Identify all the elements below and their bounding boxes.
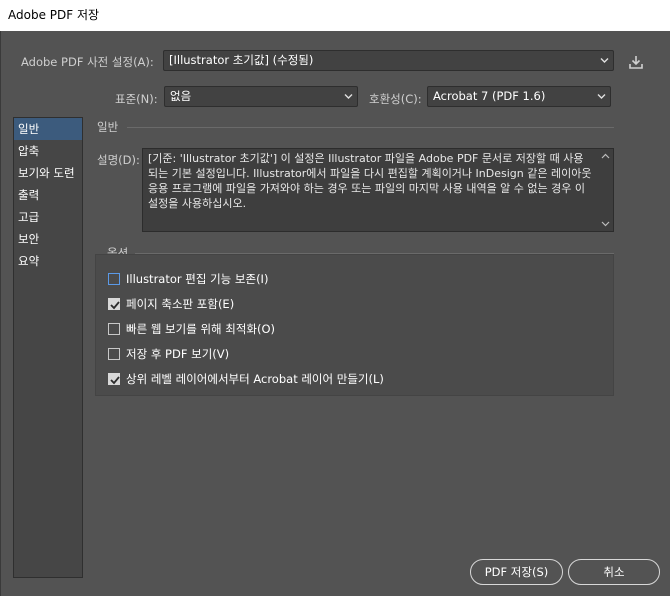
- save-preset-icon[interactable]: [628, 54, 644, 70]
- description-textarea[interactable]: [기준: 'Illustrator 초기값'] 이 설정은 Illustrato…: [142, 148, 614, 232]
- pdf-save-dialog: Adobe PDF 사전 설정(A): [Illustrator 초기값] (수…: [0, 31, 670, 596]
- compat-value: Acrobat 7 (PDF 1.6): [433, 89, 546, 103]
- check-icon: [110, 301, 120, 310]
- preserve-editing-checkbox[interactable]: [108, 273, 120, 285]
- cancel-button[interactable]: 취소: [568, 559, 660, 585]
- scroll-up-icon[interactable]: [601, 153, 610, 159]
- fast-web-view-checkbox[interactable]: [108, 323, 120, 335]
- general-section-title: 일반: [97, 120, 119, 134]
- general-divider: [127, 127, 614, 128]
- standard-value: 없음: [170, 89, 192, 103]
- compat-label: 호환성(C):: [369, 92, 422, 106]
- option-label: 저장 후 PDF 보기(V): [126, 347, 230, 361]
- preset-value: [Illustrator 초기값] (수정됨): [169, 53, 314, 67]
- option-page-thumbnails[interactable]: 페이지 축소판 포함(E): [108, 296, 234, 312]
- chevron-down-icon: [344, 94, 353, 99]
- compat-select[interactable]: Acrobat 7 (PDF 1.6): [427, 86, 611, 107]
- standard-label: 표준(N):: [115, 92, 158, 106]
- sidebar-item-marks-bleeds[interactable]: 보기와 도련: [14, 162, 82, 184]
- view-after-save-checkbox[interactable]: [108, 348, 120, 360]
- page-thumbnails-checkbox[interactable]: [108, 298, 120, 310]
- option-fast-web-view[interactable]: 빠른 웹 보기를 위해 최적화(O): [108, 321, 275, 337]
- chevron-down-icon: [600, 58, 609, 63]
- option-label: Illustrator 편집 기능 보존(I): [126, 272, 269, 286]
- option-preserve-editing[interactable]: Illustrator 편집 기능 보존(I): [108, 271, 268, 287]
- option-label: 페이지 축소판 포함(E): [126, 297, 235, 311]
- standard-select[interactable]: 없음: [164, 86, 358, 107]
- options-panel: Illustrator 편집 기능 보존(I) 페이지 축소판 포함(E) 빠른…: [95, 254, 614, 396]
- scroll-down-icon[interactable]: [601, 221, 610, 227]
- chevron-down-icon: [597, 94, 606, 99]
- sidebar-item-summary[interactable]: 요약: [14, 250, 82, 272]
- preset-label: Adobe PDF 사전 설정(A):: [21, 55, 154, 69]
- sidebar-item-advanced[interactable]: 고급: [14, 206, 82, 228]
- description-text: [기준: 'Illustrator 초기값'] 이 설정은 Illustrato…: [148, 152, 592, 210]
- window-title: Adobe PDF 저장: [0, 0, 670, 31]
- sidebar-item-general[interactable]: 일반: [14, 118, 82, 140]
- description-label: 설명(D):: [97, 153, 140, 167]
- option-acrobat-layers[interactable]: 상위 레벨 레이어에서부터 Acrobat 레이어 만들기(L): [108, 371, 384, 387]
- save-pdf-button[interactable]: PDF 저장(S): [470, 559, 563, 585]
- acrobat-layers-checkbox[interactable]: [108, 373, 120, 385]
- preset-select[interactable]: [Illustrator 초기값] (수정됨): [163, 50, 614, 71]
- sidebar-item-output[interactable]: 출력: [14, 184, 82, 206]
- option-label: 상위 레벨 레이어에서부터 Acrobat 레이어 만들기(L): [126, 372, 384, 386]
- category-list: 일반 압축 보기와 도련 출력 고급 보안 요약: [13, 117, 83, 578]
- option-label: 빠른 웹 보기를 위해 최적화(O): [126, 322, 276, 336]
- option-view-after-save[interactable]: 저장 후 PDF 보기(V): [108, 346, 229, 362]
- check-icon: [110, 376, 120, 385]
- sidebar-item-security[interactable]: 보안: [14, 228, 82, 250]
- sidebar-item-compression[interactable]: 압축: [14, 140, 82, 162]
